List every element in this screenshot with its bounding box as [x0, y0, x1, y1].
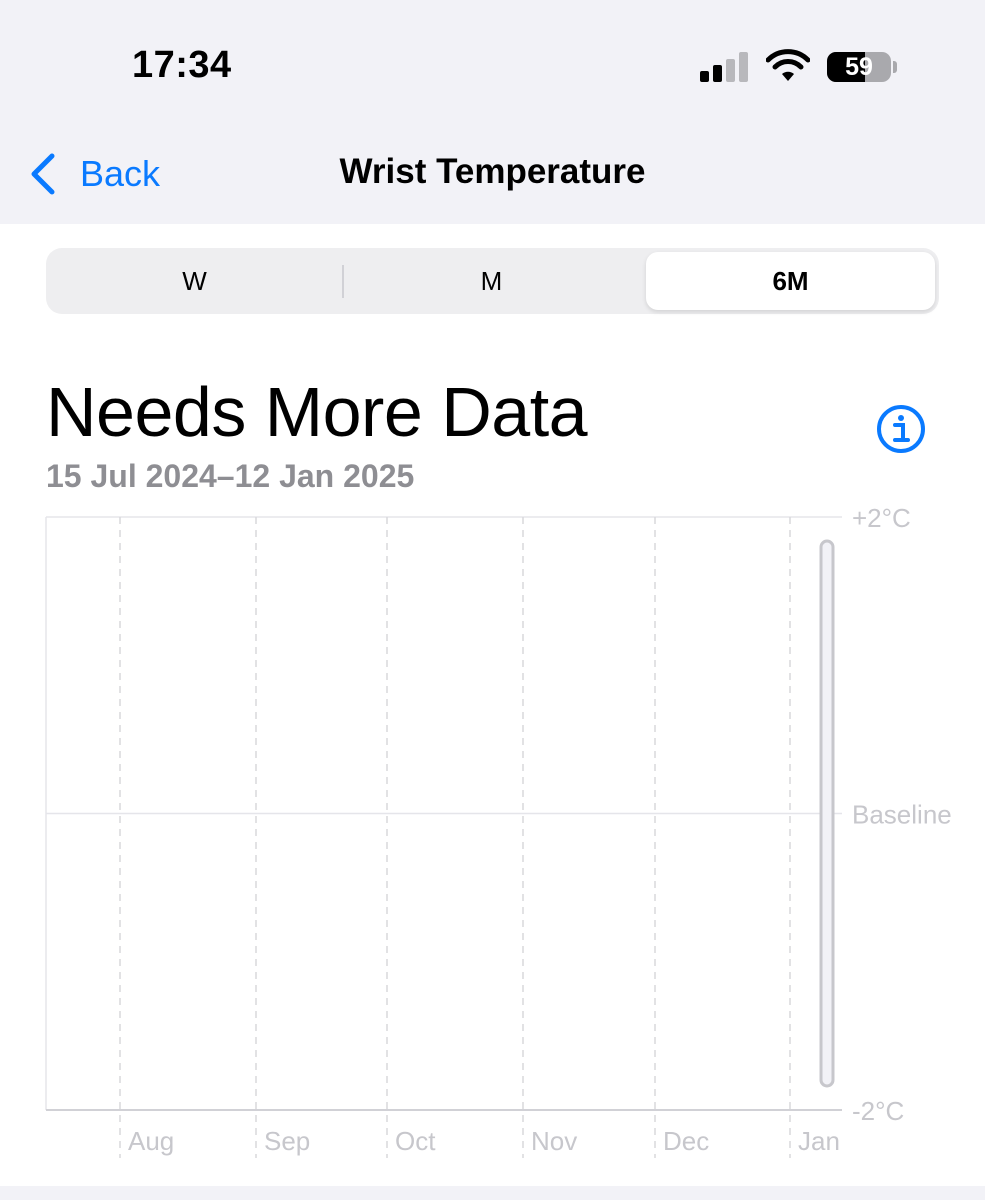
x-tick-label: Nov [531, 1126, 577, 1156]
segment-divider [342, 265, 344, 298]
bottom-section-background [0, 1186, 985, 1200]
y-tick-label: Baseline [852, 800, 952, 830]
battery-nub [893, 61, 897, 73]
page-title: Wrist Temperature [339, 152, 646, 191]
y-axis-labels: +2°C Baseline -2°C [852, 503, 952, 1126]
y-tick-label: +2°C [852, 503, 911, 533]
info-circle-icon[interactable] [876, 404, 926, 454]
x-tick-label: Oct [395, 1126, 436, 1156]
x-tick-label: Aug [128, 1126, 174, 1156]
range-indicator-bar [819, 539, 835, 1088]
status-time: 17:34 [132, 44, 232, 86]
segment-month[interactable]: M [343, 248, 640, 314]
x-tick-label: Dec [663, 1126, 709, 1156]
date-range: 15 Jul 2024–12 Jan 2025 [46, 458, 415, 494]
x-tick-label: Sep [264, 1126, 310, 1156]
cellular-signal-icon [700, 52, 750, 82]
x-axis-labels: Aug Sep Oct Nov Dec Jan [128, 1126, 840, 1156]
battery-percent: 59 [845, 53, 873, 81]
x-tick-label: Jan [798, 1126, 840, 1156]
chart-grid [45, 516, 842, 1158]
wifi-icon [766, 49, 810, 81]
segment-6-months[interactable]: 6M [646, 252, 935, 310]
battery-icon: 59 [827, 52, 891, 82]
summary-headline: Needs More Data [46, 373, 588, 451]
time-range-segmented-control: W M 6M [46, 248, 939, 314]
segment-week[interactable]: W [46, 248, 343, 314]
y-tick-label: -2°C [852, 1096, 904, 1126]
wrist-temperature-chart: Aug Sep Oct Nov Dec Jan +2°C Baseline -2… [45, 503, 952, 1158]
